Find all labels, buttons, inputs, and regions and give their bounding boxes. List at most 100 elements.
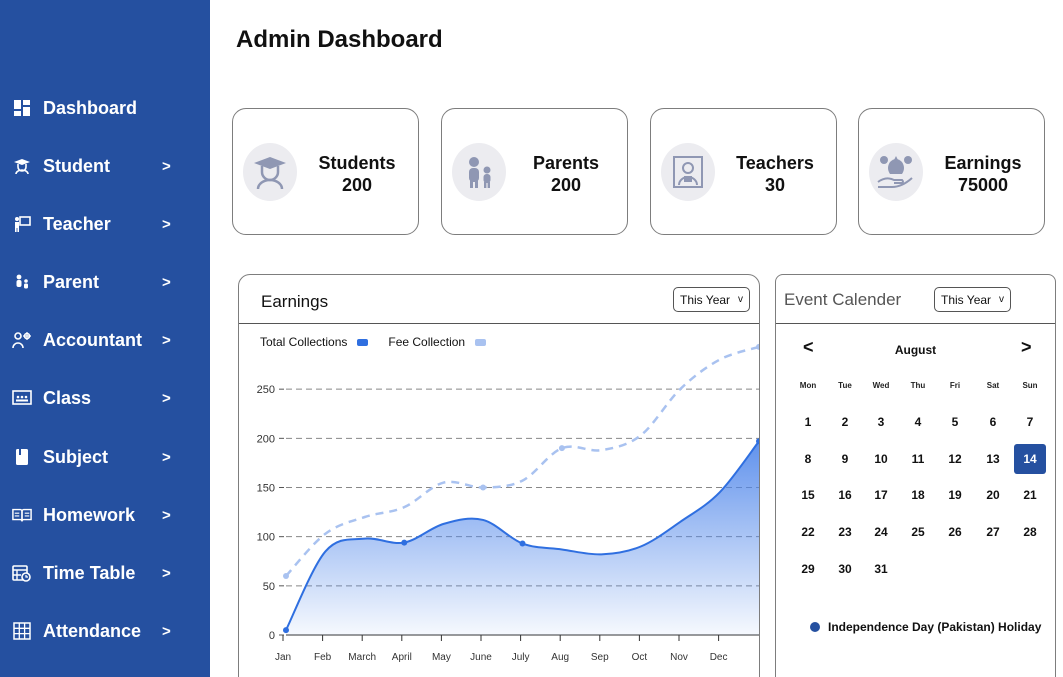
sidebar-item-parent[interactable]: Parent > xyxy=(0,262,210,302)
sidebar-item-student[interactable]: Student > xyxy=(0,146,210,186)
calendar-day[interactable]: 31 xyxy=(865,554,897,584)
sidebar-item-homework[interactable]: Homework > xyxy=(0,495,210,535)
chevron-right-icon: > xyxy=(162,331,171,349)
sidebar-item-teacher[interactable]: Teacher > xyxy=(0,204,210,244)
calendar-day[interactable]: 1 xyxy=(792,407,824,437)
calendar-day[interactable]: 13 xyxy=(977,444,1009,474)
y-tick-label: 200 xyxy=(257,433,275,445)
sidebar-item-timetable[interactable]: Time Table > xyxy=(0,553,210,593)
sidebar-item-class[interactable]: Class > xyxy=(0,378,210,418)
y-tick-label: 100 xyxy=(257,532,275,544)
calendar-day[interactable]: 24 xyxy=(865,517,897,547)
dashboard-icon xyxy=(12,98,32,118)
stat-label: Parents xyxy=(532,153,600,173)
sidebar-item-label: Parent xyxy=(43,271,100,292)
calendar-day[interactable]: 5 xyxy=(939,407,971,437)
calendar-day[interactable]: 28 xyxy=(1014,517,1046,547)
legend-swatch xyxy=(475,338,487,346)
calendar-day[interactable]: 25 xyxy=(902,517,934,547)
weekday-label: Tue xyxy=(838,381,852,390)
earnings-icon xyxy=(869,143,923,201)
data-point xyxy=(756,343,759,350)
chevron-right-icon: > xyxy=(162,273,171,291)
event-dot-icon xyxy=(810,622,820,632)
chevron-down-icon: v xyxy=(738,294,744,305)
calendar-day[interactable]: 10 xyxy=(865,444,897,474)
stat-value: 75000 xyxy=(957,175,1009,195)
calendar-day[interactable]: 8 xyxy=(792,444,824,474)
calendar-event: Independence Day (Pakistan) Holiday xyxy=(810,620,1041,634)
data-point xyxy=(401,539,408,546)
sidebar-item-label: Dashboard xyxy=(43,97,138,118)
parents-icon xyxy=(452,143,506,201)
legend-label: Total Collections xyxy=(260,335,348,349)
calendar-day[interactable]: 26 xyxy=(939,517,971,547)
x-tick-label: May xyxy=(432,652,451,663)
sidebar-item-label: Class xyxy=(43,387,92,408)
chevron-down-icon: v xyxy=(999,294,1005,305)
calendar-title: Event Calender xyxy=(784,290,902,309)
stat-value: 30 xyxy=(764,175,786,195)
calendar-day[interactable]: 30 xyxy=(829,554,861,584)
timetable-icon xyxy=(12,563,32,583)
legend-swatch xyxy=(357,338,369,346)
app-root: Dashboard Student > Teacher > Parent > A… xyxy=(0,0,1063,677)
next-month-button[interactable]: > xyxy=(1021,337,1032,358)
event-calendar-panel: Event Calender This Year v < August > In… xyxy=(775,274,1056,677)
calendar-day[interactable]: 17 xyxy=(865,480,897,510)
stat-value: 200 xyxy=(550,175,582,195)
calendar-filter-dropdown[interactable]: This Year v xyxy=(934,287,1012,312)
earnings-title: Earnings xyxy=(261,292,329,311)
stat-card-students[interactable]: Students 200 xyxy=(232,108,419,235)
calendar-day[interactable]: 7 xyxy=(1014,407,1046,437)
sidebar-item-dashboard[interactable]: Dashboard xyxy=(0,88,210,128)
attendance-icon xyxy=(12,621,32,641)
calendar-day[interactable]: 6 xyxy=(977,407,1009,437)
calendar-day[interactable]: 27 xyxy=(977,517,1009,547)
x-tick-label: Sep xyxy=(591,652,609,663)
calendar-day[interactable]: 2 xyxy=(829,407,861,437)
calendar-day[interactable]: 3 xyxy=(865,407,897,437)
calendar-day[interactable]: 16 xyxy=(829,480,861,510)
calendar-day[interactable]: 15 xyxy=(792,480,824,510)
stat-value: 200 xyxy=(341,175,373,195)
sidebar-item-label: Attendance xyxy=(43,620,142,641)
student-icon xyxy=(12,156,32,176)
stat-card-earnings[interactable]: Earnings 75000 xyxy=(858,108,1045,235)
calendar-day[interactable]: 20 xyxy=(977,480,1009,510)
sidebar-item-label: Accountant xyxy=(43,329,142,350)
calendar-day[interactable]: 12 xyxy=(939,444,971,474)
earnings-filter-dropdown[interactable]: This Year v xyxy=(673,287,751,312)
calendar-day[interactable]: 19 xyxy=(939,480,971,510)
calendar-day[interactable]: 18 xyxy=(902,480,934,510)
sidebar: Dashboard Student > Teacher > Parent > A… xyxy=(0,0,210,677)
y-tick-label: 150 xyxy=(257,483,275,495)
calendar-day[interactable]: 9 xyxy=(829,444,861,474)
calendar-day[interactable]: 29 xyxy=(792,554,824,584)
calendar-header: Event Calender This Year v xyxy=(776,275,1055,324)
stat-label: Earnings xyxy=(944,153,1022,173)
sidebar-item-accountant[interactable]: Accountant > xyxy=(0,320,210,360)
calendar-day[interactable]: 22 xyxy=(792,517,824,547)
teachers-icon xyxy=(661,143,715,201)
weekday-label: Fri xyxy=(949,381,961,390)
weekday-label: Wed xyxy=(872,381,890,390)
calendar-day[interactable]: 4 xyxy=(902,407,934,437)
legend-item-total-collections: Total Collections xyxy=(260,335,369,349)
legend-item-fee-collection: Fee Collection xyxy=(388,335,487,349)
stat-card-parents[interactable]: Parents 200 xyxy=(441,108,628,235)
calendar-day[interactable]: 23 xyxy=(829,517,861,547)
x-tick-label: Dec xyxy=(710,652,728,663)
x-tick-label: July xyxy=(512,652,530,663)
data-point xyxy=(283,573,289,579)
sidebar-item-subject[interactable]: Subject > xyxy=(0,437,210,477)
homework-icon xyxy=(12,505,32,525)
event-label: Independence Day (Pakistan) Holiday xyxy=(828,620,1042,634)
x-tick-label: Jan xyxy=(275,652,291,663)
calendar-day[interactable]: 11 xyxy=(902,444,934,474)
calendar-day[interactable]: 21 xyxy=(1014,480,1046,510)
sidebar-item-label: Time Table xyxy=(43,562,136,583)
stat-card-teachers[interactable]: Teachers 30 xyxy=(650,108,837,235)
sidebar-item-attendance[interactable]: Attendance > xyxy=(0,611,210,651)
calendar-day-selected[interactable]: 14 xyxy=(1014,444,1046,474)
